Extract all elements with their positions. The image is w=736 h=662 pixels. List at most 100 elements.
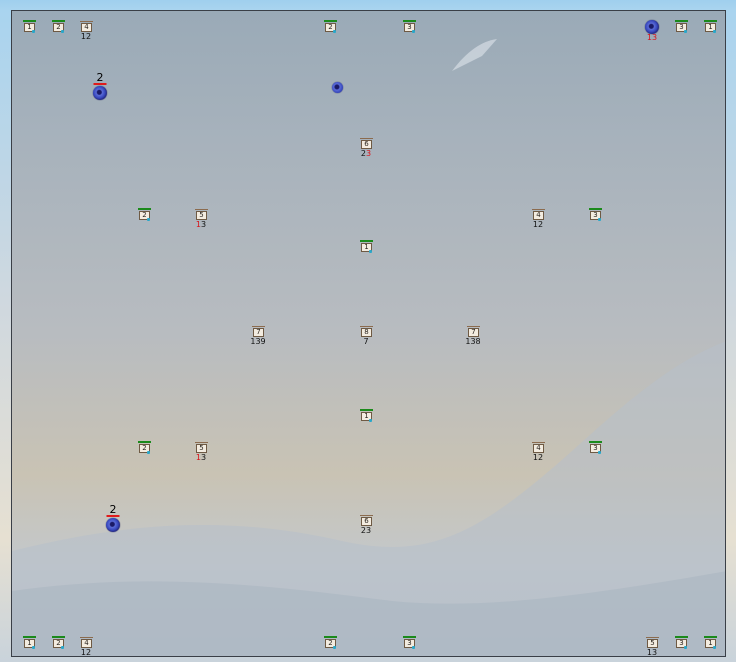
gem-unit-u-bot-4[interactable]: 2 [324, 636, 337, 649]
unit-top-bar [675, 20, 688, 22]
unit-top-bar [589, 208, 602, 210]
unit-flag-icon [32, 646, 35, 649]
unit-level-label: 2 [139, 211, 150, 221]
unit-flag-icon [333, 30, 336, 33]
unit-level-label: 1 [24, 639, 35, 649]
unit-level-label: 7 [468, 328, 479, 337]
unit-top-bar [195, 442, 208, 443]
unit-flag-icon [684, 646, 687, 649]
unit-flag-icon [412, 30, 415, 33]
unit-top-bar [324, 20, 337, 22]
unit-top-bar [52, 636, 65, 638]
unit-count: 139 [250, 337, 266, 346]
unit-top-bar [23, 20, 36, 22]
unit-top-bar [360, 240, 373, 242]
unit-level-label: 4 [81, 639, 92, 648]
player-orb-p-3[interactable] [645, 20, 659, 34]
unit-count: 12 [532, 220, 544, 229]
unit-top-bar [646, 637, 659, 638]
unit-top-bar [360, 138, 373, 139]
unit-count: 7 [363, 337, 369, 346]
gem-unit-u-t-2[interactable]: 3 [403, 20, 416, 33]
player-level-label: 2 [109, 503, 117, 516]
unit-top-bar [195, 209, 208, 210]
player-orb-p-1[interactable] [93, 86, 107, 100]
gem-unit-u-ml-1[interactable]: 2 [138, 208, 151, 221]
unit-top-bar [589, 441, 602, 443]
unit-level-label: 3 [676, 23, 687, 33]
gem-unit-u-tl-1[interactable]: 1 [23, 20, 36, 33]
unit-flag-icon [598, 218, 601, 221]
unit-level-label: 5 [647, 639, 658, 648]
unit-level-label: 2 [325, 23, 336, 33]
unit-level-label: 1 [24, 23, 35, 33]
unit-top-bar [532, 442, 545, 443]
unit-top-bar [324, 636, 337, 638]
unit-flag-icon [32, 30, 35, 33]
gem-unit-u-bot-2[interactable]: 2 [52, 636, 65, 649]
unit-level-label: 3 [590, 444, 601, 454]
unit-flag-icon [713, 646, 716, 649]
unit-level-label: 3 [404, 639, 415, 649]
unit-flag-icon [412, 646, 415, 649]
unit-top-bar [675, 636, 688, 638]
unit-flag-icon [684, 30, 687, 33]
gem-unit-u-mc-1[interactable]: 1 [360, 240, 373, 253]
unit-flag-icon [598, 451, 601, 454]
unit-level-label: 3 [676, 639, 687, 649]
unit-level-label: 2 [53, 639, 64, 649]
gem-unit-u-bot-5[interactable]: 3 [403, 636, 416, 649]
unit-top-bar [403, 636, 416, 638]
unit-level-label: 1 [361, 412, 372, 422]
gem-unit-u-t-1[interactable]: 2 [324, 20, 337, 33]
unit-flag-icon [147, 451, 150, 454]
gem-unit-u-bot-1[interactable]: 1 [23, 636, 36, 649]
gem-unit-u-tl-2[interactable]: 2 [52, 20, 65, 33]
unit-level-label: 1 [705, 639, 716, 649]
unit-level-label: 4 [533, 444, 544, 453]
gem-unit-u-br-2[interactable]: 3 [589, 441, 602, 454]
unit-level-label: 8 [361, 328, 372, 337]
unit-top-bar [138, 441, 151, 443]
gem-unit-u-tr-3[interactable]: 1 [704, 20, 717, 33]
unit-count: 23 [360, 149, 372, 158]
unit-count: 12 [80, 648, 92, 657]
unit-level-label: 6 [361, 140, 372, 149]
unit-count: 13 [195, 453, 207, 462]
gem-unit-u-tr-2[interactable]: 3 [675, 20, 688, 33]
unit-level-label: 2 [325, 639, 336, 649]
unit-top-bar [403, 20, 416, 22]
unit-flag-icon [333, 646, 336, 649]
unit-level-label: 4 [81, 23, 92, 32]
gem-unit-u-bl-1[interactable]: 2 [138, 441, 151, 454]
unit-top-bar [467, 326, 480, 327]
gem-unit-u-bot-7[interactable]: 3 [675, 636, 688, 649]
gem-unit-u-mc-2[interactable]: 1 [360, 409, 373, 422]
gem-unit-u-bot-8[interactable]: 1 [704, 636, 717, 649]
player-count: 13 [646, 33, 658, 42]
unit-flag-icon [369, 419, 372, 422]
unit-count: 13 [646, 648, 658, 657]
unit-level-label: 5 [196, 211, 207, 220]
unit-top-bar [252, 326, 265, 327]
unit-flag-icon [147, 218, 150, 221]
game-board[interactable]: 1 2 4 12 2 3 3 1 6 23 2 5 13 4 12 3 1 7 139 8 7 7 138 1 2 5 13 4 12 3… [11, 10, 726, 657]
gem-unit-u-mr-2[interactable]: 3 [589, 208, 602, 221]
player-level-label: 2 [96, 71, 104, 84]
player-orb-p-2[interactable] [332, 82, 343, 93]
unit-level-label: 7 [253, 328, 264, 337]
unit-level-label: 2 [53, 23, 64, 33]
player-orb-p-4[interactable] [106, 518, 120, 532]
unit-level-label: 3 [590, 211, 601, 221]
unit-count: 23 [360, 526, 372, 535]
unit-level-label: 2 [139, 444, 150, 454]
unit-top-bar [80, 21, 93, 22]
unit-top-bar [80, 637, 93, 638]
unit-count: 13 [195, 220, 207, 229]
unit-top-bar [360, 515, 373, 516]
player-health-bar [93, 83, 107, 85]
unit-flag-icon [713, 30, 716, 33]
unit-top-bar [532, 209, 545, 210]
unit-level-label: 5 [196, 444, 207, 453]
unit-top-bar [52, 20, 65, 22]
